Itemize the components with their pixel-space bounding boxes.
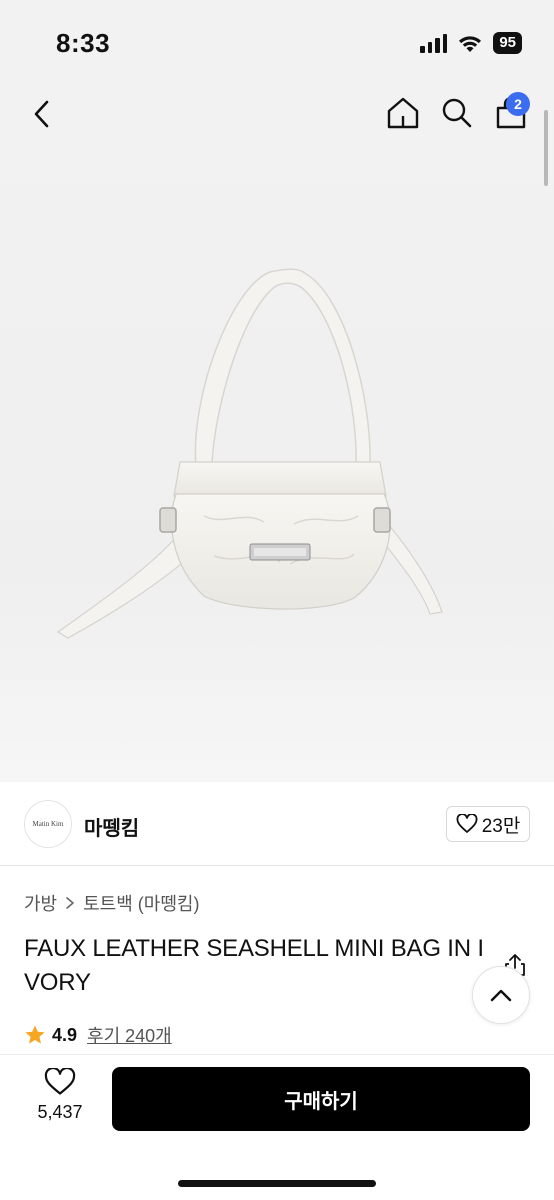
review-count-link[interactable]: 후기 240개 — [87, 1022, 172, 1048]
wishlist-count: 5,437 — [37, 1102, 83, 1122]
home-button[interactable] — [384, 94, 422, 132]
back-arrow-icon — [34, 100, 49, 128]
search-icon — [442, 98, 472, 128]
wifi-icon — [459, 36, 482, 52]
seller-row: Matin Kim 마뗑킴 23만 — [0, 782, 554, 866]
product-title: FAUX LEATHER SEASHELL MINI BAG IN IVORY — [24, 935, 484, 996]
signal-icon — [420, 33, 448, 53]
scroll-to-top-button[interactable] — [472, 966, 530, 1024]
product-photo — [56, 268, 443, 639]
battery-indicator: 95 — [493, 32, 522, 54]
heart-icon — [44, 1068, 76, 1095]
status-bar: 8:33 95 — [0, 0, 554, 88]
buy-button[interactable]: 구매하기 — [112, 1067, 530, 1131]
chevron-up-icon — [490, 989, 512, 1002]
brand-like-button[interactable]: 23만 — [446, 806, 530, 842]
rating-row: 4.9 후기 240개 — [24, 1022, 172, 1048]
status-icons: 95 — [420, 32, 522, 54]
scroll-indicator — [544, 110, 548, 186]
back-button[interactable] — [24, 96, 60, 132]
brand-like-count: 23만 — [481, 815, 521, 837]
breadcrumb-category[interactable]: 가방 — [24, 890, 57, 916]
heart-icon — [456, 814, 478, 833]
home-indicator — [178, 1180, 376, 1187]
home-icon — [387, 97, 419, 129]
seller-logo[interactable]: Matin Kim — [24, 800, 72, 848]
wishlist-button[interactable]: 5,437 — [30, 1068, 90, 1130]
chevron-right-icon — [66, 897, 74, 909]
search-button[interactable] — [438, 94, 476, 132]
breadcrumb: 가방 토트백 (마뗑킴) — [24, 890, 199, 916]
status-time: 8:33 — [56, 28, 111, 58]
rating-value: 4.9 — [52, 1024, 78, 1045]
star-icon — [25, 1025, 45, 1044]
seller-name[interactable]: 마뗑킴 — [84, 812, 139, 841]
breadcrumb-subcategory[interactable]: 토트백 (마뗑킴) — [83, 890, 199, 916]
cart-count-badge: 2 — [506, 92, 530, 116]
